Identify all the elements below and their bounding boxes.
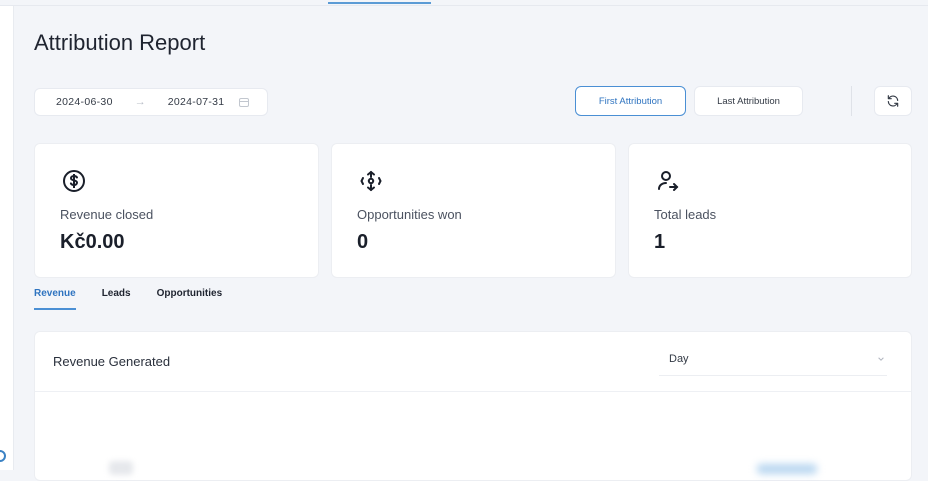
stat-label: Opportunities won [357, 207, 462, 222]
last-attribution-button[interactable]: Last Attribution [694, 86, 803, 116]
granularity-select[interactable]: Day [659, 344, 887, 376]
sidebar-toggle-icon[interactable] [0, 450, 6, 462]
arrow-right-icon: → [134, 96, 146, 108]
date-end[interactable]: 2024-07-31 [168, 96, 225, 108]
left-sidebar-edge [0, 6, 14, 470]
refresh-button[interactable] [874, 86, 912, 116]
granularity-value: Day [669, 353, 689, 365]
date-range-picker[interactable]: 2024-06-30 → 2024-07-31 [34, 88, 268, 116]
stat-value: 1 [654, 231, 666, 253]
refresh-icon [887, 95, 899, 107]
top-bar [0, 0, 928, 6]
stat-value: Kč0.00 [60, 231, 125, 253]
user-arrow-icon [653, 166, 683, 196]
first-attribution-button[interactable]: First Attribution [575, 86, 686, 116]
panel-header: Revenue Generated Day [35, 332, 911, 392]
calendar-icon[interactable] [239, 97, 250, 107]
opportunities-icon [356, 166, 386, 196]
chart-placeholder-right [757, 464, 817, 474]
report-tabs: Revenue Leads Opportunities [34, 288, 248, 310]
panel-title: Revenue Generated [53, 354, 171, 369]
chart-placeholder-left [109, 461, 133, 475]
tab-leads[interactable]: Leads [102, 288, 131, 310]
top-tab-indicator [328, 2, 431, 4]
chevron-down-icon [878, 357, 884, 361]
stat-label: Total leads [654, 207, 717, 222]
toolbar-divider [851, 86, 852, 116]
date-start[interactable]: 2024-06-30 [56, 96, 113, 108]
page-title: Attribution Report [34, 30, 206, 55]
stat-card-leads: Total leads 1 [628, 143, 912, 278]
stat-card-opportunities: Opportunities won 0 [331, 143, 616, 278]
revenue-panel: Revenue Generated Day [34, 331, 912, 481]
stat-label: Revenue closed [60, 207, 154, 222]
tab-opportunities[interactable]: Opportunities [157, 288, 223, 310]
dollar-circle-icon [59, 166, 89, 196]
stat-value: 0 [357, 231, 369, 253]
stat-card-revenue: Revenue closed Kč0.00 [34, 143, 319, 278]
tab-revenue[interactable]: Revenue [34, 288, 76, 310]
